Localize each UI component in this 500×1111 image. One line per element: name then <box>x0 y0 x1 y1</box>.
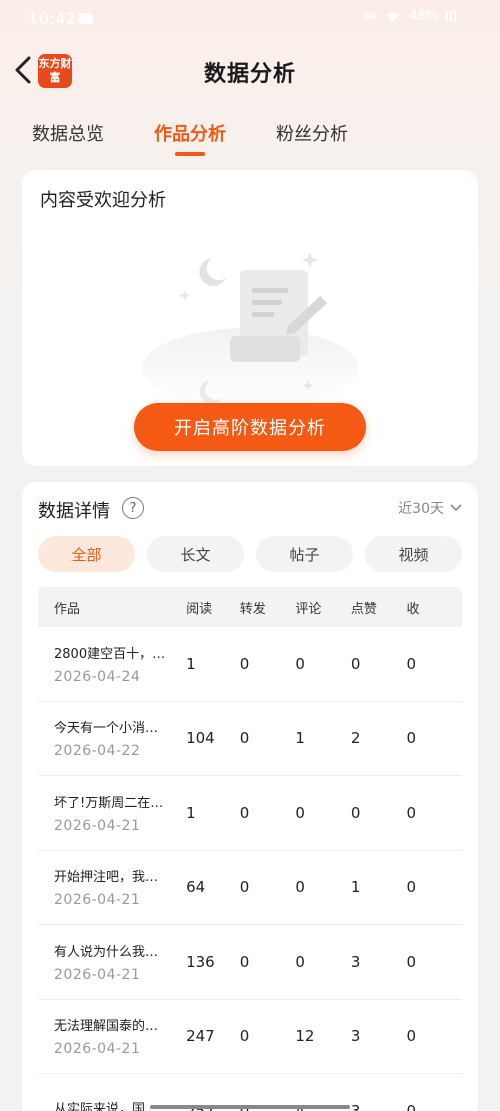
read-count: 104 <box>186 729 215 748</box>
favorite-count: 0 <box>406 878 416 897</box>
analysis-tabs: 数据总览 作品分析 粉丝分析 <box>32 120 348 156</box>
col-favorite: 收 <box>406 601 420 617</box>
notification-icon <box>79 13 93 24</box>
favorite-count: 0 <box>406 729 416 748</box>
tab-fans-analysis[interactable]: 粉丝分析 <box>276 120 348 156</box>
table-row[interactable]: 2800建空百十，… 2026-04-24 1 0 0 0 0 <box>38 627 462 702</box>
signal-icon: 5G <box>363 11 378 22</box>
work-title: 开始押注吧，我… <box>54 870 159 886</box>
work-title: 2800建空百十，… <box>54 646 166 662</box>
battery-percent: 48% <box>409 9 438 24</box>
filter-long-article[interactable]: 长文 <box>147 536 244 572</box>
like-count: 0 <box>350 803 361 822</box>
table-row[interactable]: 坏了!万斯周二在… 2026-04-21 1 0 0 0 0 <box>38 776 462 851</box>
app-header: 东方财富 数据分析 <box>0 44 500 96</box>
data-detail-title: 数据详情 <box>38 501 110 522</box>
table-row[interactable]: 有人说为什么我… 2026-04-21 136 0 0 3 0 <box>38 925 462 1000</box>
favorite-count: 0 <box>406 803 416 822</box>
comment-count: 1 <box>295 729 305 748</box>
col-share: 转发 <box>239 601 266 617</box>
table-header: 作品 阅读 转发 评论 点赞 收 <box>38 587 462 627</box>
like-count: 3 <box>350 952 361 971</box>
col-like: 点赞 <box>350 601 377 617</box>
works-table: 作品 阅读 转发 评论 点赞 收 2800建空百十，… 2026-04-24 1 … <box>38 587 462 1111</box>
col-read: 阅读 <box>186 601 213 617</box>
like-count: 1 <box>350 878 361 897</box>
like-count: 0 <box>350 654 361 673</box>
col-comment: 评论 <box>295 601 322 617</box>
work-title: 有人说为什么我… <box>54 944 159 960</box>
data-detail-card: 数据详情 ? 近30天 全部 长文 帖子 视频 作品 阅读 转发 评论 点赞 收… <box>22 482 478 1111</box>
share-count: 0 <box>239 729 250 748</box>
comment-count: 0 <box>295 952 305 971</box>
favorite-count: 0 <box>406 1027 416 1046</box>
content-type-filters: 全部 长文 帖子 视频 <box>38 536 462 572</box>
filter-post[interactable]: 帖子 <box>256 536 353 572</box>
share-count: 0 <box>239 803 250 822</box>
col-work: 作品 <box>54 601 81 617</box>
work-date: 2026-04-21 <box>54 817 141 834</box>
comment-count: 0 <box>295 803 305 822</box>
comment-count: 0 <box>295 654 305 673</box>
read-count: 1 <box>186 803 196 822</box>
work-date: 2026-04-22 <box>54 743 141 760</box>
work-date: 2026-04-21 <box>54 892 141 909</box>
battery-icon <box>446 11 456 22</box>
wifi-icon <box>387 12 400 22</box>
popularity-card: 内容受欢迎分析 开启高阶数据分析 <box>22 170 478 466</box>
table-row[interactable]: 今天有一个小消… 2026-04-22 104 0 1 2 0 <box>38 702 462 776</box>
read-count: 64 <box>186 878 206 897</box>
like-count: 3 <box>350 1101 361 1111</box>
status-time: 10:42 <box>28 9 77 28</box>
tab-overview[interactable]: 数据总览 <box>32 120 104 156</box>
work-date: 2026-04-21 <box>54 1041 141 1058</box>
favorite-count: 0 <box>406 952 416 971</box>
like-count: 2 <box>350 729 361 748</box>
work-title: 今天有一个小消… <box>54 721 159 737</box>
period-selector[interactable]: 近30天 <box>398 498 462 518</box>
tab-works-analysis[interactable]: 作品分析 <box>154 120 226 156</box>
help-icon[interactable]: ? <box>122 497 144 519</box>
share-count: 0 <box>239 878 250 897</box>
read-count: 136 <box>186 952 215 971</box>
status-bar: 10:42 5G 48% <box>0 0 500 38</box>
work-title: 无法理解国泰的… <box>54 1019 159 1035</box>
favorite-count: 0 <box>406 654 416 673</box>
table-row[interactable]: 无法理解国泰的… 2026-04-21 247 0 12 3 0 <box>38 1000 462 1074</box>
home-indicator[interactable] <box>150 1105 350 1109</box>
work-date: 2026-04-24 <box>54 668 141 685</box>
share-count: 0 <box>239 952 250 971</box>
popularity-title: 内容受欢迎分析 <box>40 190 166 211</box>
comment-count: 12 <box>295 1027 315 1046</box>
filter-all[interactable]: 全部 <box>38 536 135 572</box>
read-count: 247 <box>186 1027 215 1046</box>
read-count: 1 <box>186 654 196 673</box>
share-count: 0 <box>239 654 250 673</box>
share-count: 0 <box>239 1027 250 1046</box>
filter-video[interactable]: 视频 <box>365 536 462 572</box>
work-title: 坏了!万斯周二在… <box>54 795 164 811</box>
comment-count: 0 <box>295 878 305 897</box>
work-date: 2026-04-21 <box>54 966 141 983</box>
table-row[interactable]: 开始押注吧，我… 2026-04-21 64 0 0 1 0 <box>38 851 462 925</box>
open-advanced-analysis-button[interactable]: 开启高阶数据分析 <box>134 403 366 451</box>
like-count: 3 <box>350 1027 361 1046</box>
period-label: 近30天 <box>398 501 444 517</box>
favorite-count: 0 <box>406 1101 416 1111</box>
page-title: 数据分析 <box>203 62 296 87</box>
chevron-down-icon <box>450 504 462 512</box>
